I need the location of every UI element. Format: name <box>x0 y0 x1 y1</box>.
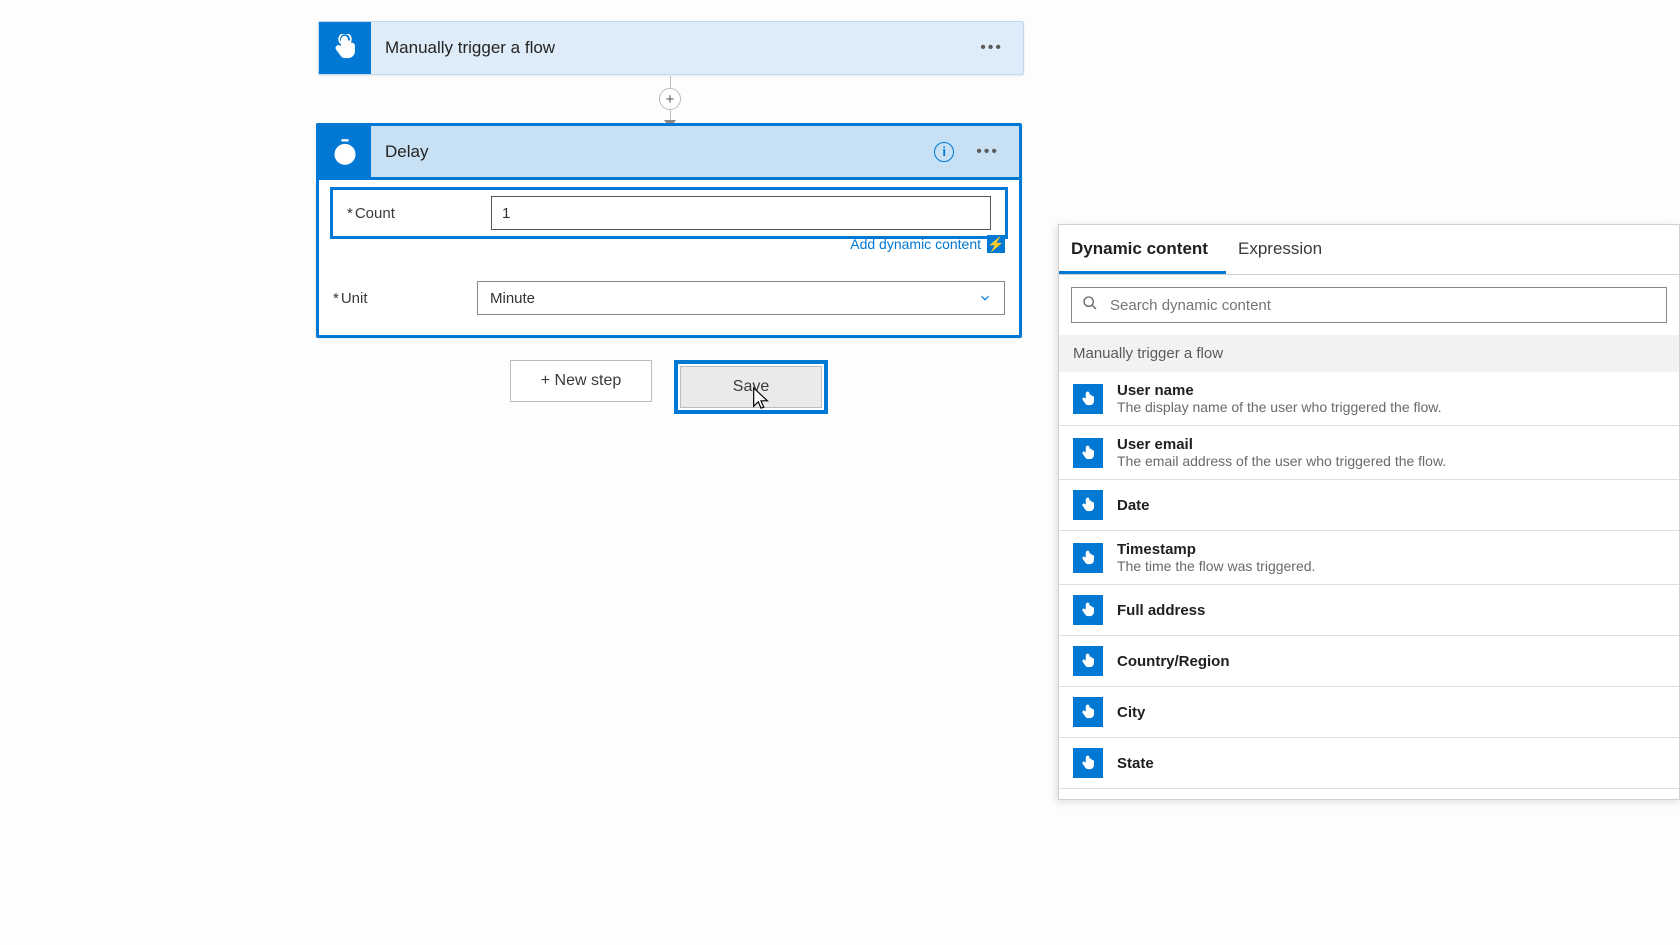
unit-label: *Unit <box>333 290 463 307</box>
search-row <box>1059 275 1679 335</box>
unit-select-value: Minute <box>490 290 535 307</box>
touch-icon <box>1073 595 1103 625</box>
count-field-row: *Count <box>330 187 1008 239</box>
delay-title: Delay <box>371 142 934 162</box>
dc-item-title: Timestamp <box>1117 541 1315 558</box>
dc-item-timestamp[interactable]: Timestamp The time the flow was triggere… <box>1059 531 1679 585</box>
delay-card: Delay i ••• *Count Add dynamic content ⚡… <box>316 123 1022 338</box>
search-box[interactable] <box>1071 287 1667 323</box>
dc-item-title: City <box>1117 704 1145 721</box>
dc-item-title: Country/Region <box>1117 653 1230 670</box>
action-buttons: + New step Save <box>316 360 1022 414</box>
add-dynamic-content-link[interactable]: Add dynamic content ⚡ <box>333 235 1005 253</box>
save-button-highlight: Save <box>674 360 828 414</box>
dc-item-desc: The display name of the user who trigger… <box>1117 399 1442 415</box>
dc-item-city[interactable]: City <box>1059 687 1679 738</box>
touch-icon <box>1073 748 1103 778</box>
count-label-text: Count <box>355 205 395 222</box>
connector: + <box>669 76 671 124</box>
touch-icon <box>1073 490 1103 520</box>
dc-item-user-name[interactable]: User name The display name of the user w… <box>1059 372 1679 426</box>
touch-icon <box>1073 438 1103 468</box>
touch-icon <box>319 22 371 74</box>
add-action-button[interactable]: + <box>659 88 681 110</box>
unit-field-row: *Unit Minute <box>333 275 1005 321</box>
delay-card-header[interactable]: Delay i ••• <box>319 126 1019 180</box>
dc-section-header: Manually trigger a flow <box>1059 335 1679 372</box>
delay-more-icon[interactable]: ••• <box>970 140 1005 164</box>
unit-label-text: Unit <box>341 290 368 307</box>
dc-item-user-email[interactable]: User email The email address of the user… <box>1059 426 1679 480</box>
info-icon[interactable]: i <box>934 142 954 162</box>
delay-body: *Count Add dynamic content ⚡ *Unit Minut… <box>319 180 1019 329</box>
trigger-more-icon[interactable]: ••• <box>974 36 1009 60</box>
search-icon <box>1082 295 1098 316</box>
search-input[interactable] <box>1108 296 1656 315</box>
add-dynamic-content-label: Add dynamic content <box>850 236 981 252</box>
chevron-down-icon <box>978 291 992 305</box>
dc-item-title: Full address <box>1117 602 1205 619</box>
trigger-title: Manually trigger a flow <box>371 38 974 58</box>
stopwatch-icon <box>319 126 371 178</box>
save-button[interactable]: Save <box>680 366 822 408</box>
trigger-card[interactable]: Manually trigger a flow ••• <box>318 21 1024 75</box>
dynamic-content-panel: Dynamic content Expression Manually trig… <box>1058 224 1680 800</box>
dc-item-state[interactable]: State <box>1059 738 1679 789</box>
dc-item-desc: The email address of the user who trigge… <box>1117 453 1446 469</box>
tab-dynamic-content[interactable]: Dynamic content <box>1059 225 1226 274</box>
touch-icon <box>1073 646 1103 676</box>
touch-icon <box>1073 384 1103 414</box>
count-input[interactable] <box>491 196 991 230</box>
dynamic-content-badge-icon: ⚡ <box>987 235 1005 253</box>
dc-item-title: Date <box>1117 497 1150 514</box>
panel-tabs: Dynamic content Expression <box>1059 225 1679 275</box>
dc-item-date[interactable]: Date <box>1059 480 1679 531</box>
unit-select[interactable]: Minute <box>477 281 1005 315</box>
dc-item-country-region[interactable]: Country/Region <box>1059 636 1679 687</box>
dc-item-desc: The time the flow was triggered. <box>1117 558 1315 574</box>
tab-expression[interactable]: Expression <box>1226 225 1340 274</box>
new-step-button[interactable]: + New step <box>510 360 652 402</box>
touch-icon <box>1073 697 1103 727</box>
count-label: *Count <box>347 205 477 222</box>
dc-item-title: State <box>1117 755 1154 772</box>
dc-item-title: User email <box>1117 436 1446 453</box>
dc-item-full-address[interactable]: Full address <box>1059 585 1679 636</box>
trigger-card-header: Manually trigger a flow ••• <box>319 22 1023 74</box>
dc-item-title: User name <box>1117 382 1442 399</box>
touch-icon <box>1073 543 1103 573</box>
